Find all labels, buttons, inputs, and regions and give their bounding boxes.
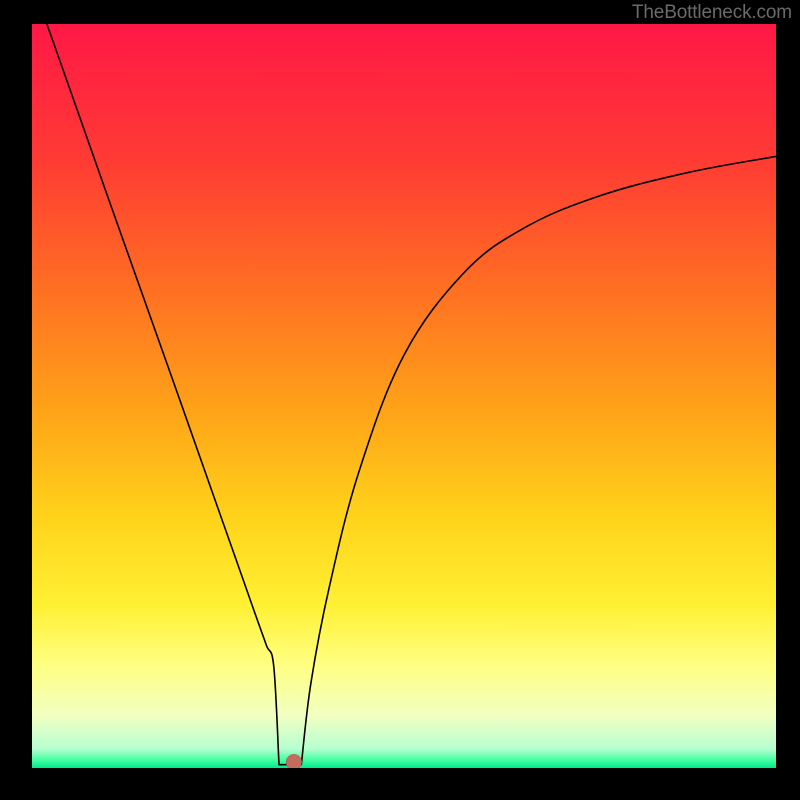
optimum-marker <box>286 754 302 768</box>
outer-black-frame: TheBottleneck.com <box>0 0 800 800</box>
watermark-text: TheBottleneck.com <box>632 2 792 24</box>
chart-svg <box>32 24 776 768</box>
plot-area <box>32 24 776 768</box>
gradient-background <box>32 24 776 768</box>
